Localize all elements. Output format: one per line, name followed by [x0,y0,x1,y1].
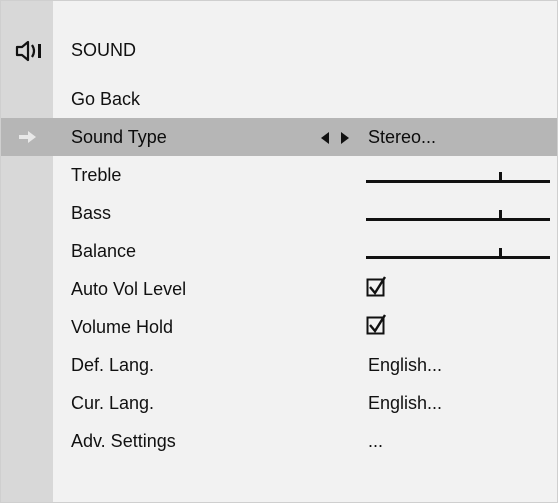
checkbox-checked-icon[interactable] [366,314,396,338]
slider-track [366,218,550,221]
menu-item-label: Auto Vol Level [71,279,187,299]
menu-title: SOUND [71,40,137,60]
balance-slider[interactable] [366,232,550,270]
menu-item-label: Bass [71,203,112,223]
sound-type-value: Stereo... [368,127,437,147]
menu-item-label: Cur. Lang. [71,393,155,413]
adv-settings-value: ... [368,431,384,451]
menu-item-balance[interactable]: Balance [1,232,557,270]
menu-item-label: Sound Type [71,127,167,147]
menu-item-label: Def. Lang. [71,355,155,375]
slider-track [366,180,550,183]
checkbox-checked-icon[interactable] [366,276,396,300]
speaker-icon [15,40,41,62]
bass-slider[interactable] [366,194,550,232]
menu-item-volume-hold[interactable]: Volume Hold [1,308,557,346]
menu-header: SOUND [1,31,557,69]
slider-handle[interactable] [498,248,502,257]
cur-lang-value: English... [368,393,443,413]
slider-track [366,256,550,259]
menu-item-adv-settings[interactable]: Adv. Settings ... [1,422,557,460]
menu-item-label: Adv. Settings [71,431,176,451]
menu-item-cur-lang[interactable]: Cur. Lang. English... [1,384,557,422]
menu-item-label: Volume Hold [71,317,174,337]
menu-item-bass[interactable]: Bass [1,194,557,232]
menu-item-sound-type[interactable]: Sound Type Stereo... [1,118,557,156]
menu-item-treble[interactable]: Treble [1,156,557,194]
right-arrow-icon [19,131,36,143]
menu-item-label: Balance [71,241,137,261]
left-right-arrows-icon[interactable] [319,131,353,145]
slider-handle[interactable] [498,172,502,181]
sound-menu-panel: SOUND Go Back Sound Type Stereo... Trebl… [0,0,558,503]
treble-slider[interactable] [366,156,550,194]
menu-item-label: Go Back [71,89,141,109]
menu-item-go-back[interactable]: Go Back [1,80,557,118]
slider-handle[interactable] [498,210,502,219]
menu-item-label: Treble [71,165,122,185]
menu-item-def-lang[interactable]: Def. Lang. English... [1,346,557,384]
def-lang-value: English... [368,355,443,375]
menu-item-auto-vol-level[interactable]: Auto Vol Level [1,270,557,308]
